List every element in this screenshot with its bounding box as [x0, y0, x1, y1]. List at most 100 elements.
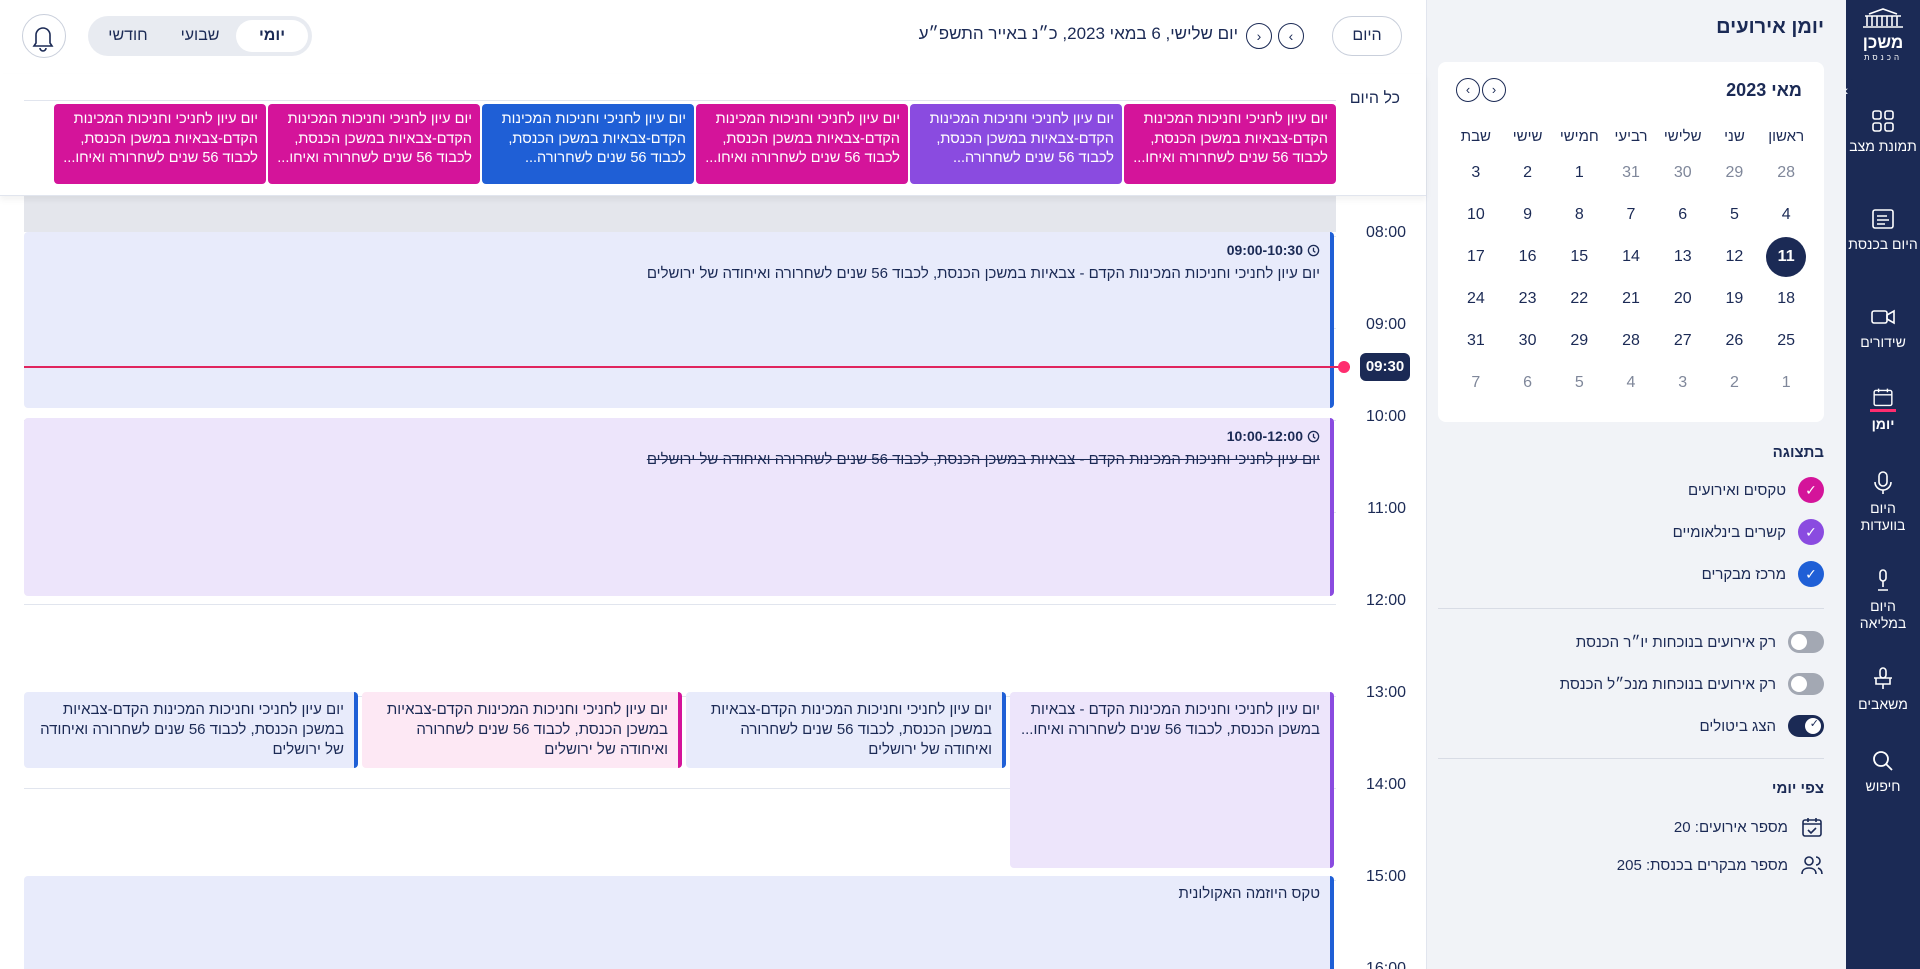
calendar-day[interactable]: 20 — [1657, 278, 1709, 320]
toggle-director-only[interactable]: רק אירועים בנוכחות מנכ״ל הכנסת — [1438, 671, 1824, 697]
rail-item-committees[interactable]: היום בוועדות — [1846, 470, 1920, 534]
toggle-switch[interactable] — [1788, 631, 1824, 653]
calendar-day[interactable]: 29 — [1553, 320, 1605, 362]
next-month-button[interactable]: › — [1456, 78, 1480, 102]
calendar-day[interactable]: 30 — [1657, 152, 1709, 194]
view-daily-button[interactable]: יומי — [236, 20, 308, 52]
calendar-day[interactable]: 7 — [1605, 194, 1657, 236]
calendar-day[interactable]: 8 — [1553, 194, 1605, 236]
main-calendar: היום › ‹ יום שלישי, 6 במאי 2023, כ״נ באי… — [0, 0, 1426, 969]
calendar-day[interactable]: 4 — [1605, 362, 1657, 404]
rail-item-resources[interactable]: משאבים — [1846, 666, 1920, 713]
check-icon: ✓ — [1809, 718, 1819, 730]
all-day-event-chip[interactable]: יום עיון לחניכי וחניכות המכינות הקדם-צבא… — [482, 104, 694, 184]
hour-label: 08:00 — [1365, 224, 1406, 241]
clock-icon — [1307, 244, 1320, 257]
today-button[interactable]: היום — [1332, 16, 1402, 56]
all-day-event-chip[interactable]: יום עיון לחניכי וחניכות המכינות הקדם-צבא… — [268, 104, 480, 184]
toggle-show-cancellations[interactable]: ✓ הצג ביטולים — [1438, 713, 1824, 739]
calendar-day[interactable]: 12 — [1709, 236, 1761, 278]
rail-item-calendar[interactable]: יומן — [1846, 386, 1920, 433]
rail-item-search[interactable]: חיפוש — [1846, 748, 1920, 795]
calendar-day[interactable]: 28 — [1760, 152, 1812, 194]
calendar-day[interactable]: 22 — [1553, 278, 1605, 320]
knesset-logo[interactable]: משכן הכנסת — [1852, 8, 1914, 68]
notifications-button[interactable] — [22, 14, 66, 58]
calendar-day[interactable]: 1 — [1553, 152, 1605, 194]
check-icon[interactable]: ✓ — [1798, 519, 1824, 545]
mini-calendar-month: מאי 2023 — [1726, 80, 1802, 100]
calendar-day[interactable]: 28 — [1605, 320, 1657, 362]
calendar-event[interactable]: יום עיון לחניכי וחניכות המכינות הקדם-צבא… — [24, 692, 358, 768]
rail-item-dashboard[interactable]: תמונת מצב — [1846, 108, 1920, 155]
calendar-day[interactable]: 6 — [1502, 362, 1554, 404]
check-icon[interactable]: ✓ — [1798, 561, 1824, 587]
calendar-day[interactable]: 16 — [1502, 236, 1554, 278]
calendar-day[interactable]: 31 — [1450, 320, 1502, 362]
chevron-left-icon[interactable]: ‹ — [1246, 23, 1272, 49]
display-heading: בתצוגה — [1772, 444, 1824, 461]
calendar-day[interactable]: 30 — [1502, 320, 1554, 362]
selected-day[interactable]: 11 — [1766, 237, 1807, 277]
all-day-event-chip[interactable]: יום עיון לחניכי וחניכות המכינות הקדם-צבא… — [696, 104, 908, 184]
hour-label: 11:00 — [1367, 500, 1406, 517]
hour-label: 10:00 — [1365, 408, 1406, 425]
calendar-day[interactable]: 18 — [1760, 278, 1812, 320]
calendar-day[interactable]: 15 — [1553, 236, 1605, 278]
calendar-day[interactable]: 23 — [1502, 278, 1554, 320]
calendar-day[interactable]: 6 — [1657, 194, 1709, 236]
calendar-day[interactable]: 13 — [1657, 236, 1709, 278]
calendar-day[interactable]: 9 — [1502, 194, 1554, 236]
all-day-event-chip[interactable]: יום עיון לחניכי וחניכות המכינות הקדם-צבא… — [54, 104, 266, 184]
calendar-event[interactable]: יום עיון לחניכי וחניכות המכינות הקדם - צ… — [1010, 692, 1334, 868]
calendar-day[interactable]: 29 — [1709, 152, 1761, 194]
all-day-event-chip[interactable]: יום עיון לחניכי וחניכות המכינות הקדם-צבא… — [910, 104, 1122, 184]
calendar-check-icon — [1802, 818, 1822, 837]
toggle-speaker-only[interactable]: רק אירועים בנוכחות יו״ר הכנסת — [1438, 629, 1824, 655]
check-icon[interactable]: ✓ — [1798, 477, 1824, 503]
clock-icon — [1307, 430, 1320, 443]
calendar-day[interactable]: 17 — [1450, 236, 1502, 278]
calendar-day[interactable]: 24 — [1450, 278, 1502, 320]
calendar-day[interactable]: 5 — [1553, 362, 1605, 404]
filter-international[interactable]: ✓ קשרים בינלאומיים — [1438, 519, 1824, 545]
calendar-day[interactable]: 31 — [1605, 152, 1657, 194]
calendar-day[interactable]: 3 — [1657, 362, 1709, 404]
calendar-event[interactable]: 09:00-10:30 יום עיון לחניכי וחניכות המכינ… — [24, 232, 1334, 408]
filter-ceremonies[interactable]: ✓ טקסים ואירועים — [1438, 477, 1824, 503]
resources-icon — [1874, 667, 1892, 689]
toggle-switch[interactable] — [1788, 673, 1824, 695]
hour-label: 13:00 — [1365, 684, 1406, 701]
calendar-day[interactable]: 10 — [1450, 194, 1502, 236]
weekday-header: חמישי — [1559, 128, 1599, 145]
calendar-event[interactable]: יום עיון לחניכי וחניכות המכינות הקדם-צבא… — [362, 692, 682, 768]
calendar-day[interactable]: 21 — [1605, 278, 1657, 320]
calendar-day[interactable]: 7 — [1450, 362, 1502, 404]
view-weekly-button[interactable]: שבועי — [164, 20, 236, 52]
calendar-day[interactable]: 2 — [1709, 362, 1761, 404]
calendar-day[interactable]: 19 — [1709, 278, 1761, 320]
calendar-day[interactable]: 4 — [1760, 194, 1812, 236]
calendar-day[interactable]: 1 — [1760, 362, 1812, 404]
toggle-switch[interactable]: ✓ — [1788, 715, 1824, 737]
rail-item-today-knesset[interactable]: היום בכנסת — [1846, 206, 1920, 253]
calendar-day[interactable]: 14 — [1605, 236, 1657, 278]
rail-item-broadcasts[interactable]: שידורים — [1846, 304, 1920, 351]
calendar-day[interactable]: 2 — [1502, 152, 1554, 194]
calendar-event[interactable]: יום עיון לחניכי וחניכות המכינות הקדם-צבא… — [686, 692, 1006, 768]
calendar-day[interactable]: 25 — [1760, 320, 1812, 362]
all-day-event-chip[interactable]: יום עיון לחניכי וחניכות המכינות הקדם-צבא… — [1124, 104, 1336, 184]
calendar-day[interactable]: 11 — [1760, 236, 1812, 278]
view-monthly-button[interactable]: חודשי — [92, 20, 164, 52]
calendar-day[interactable]: 27 — [1657, 320, 1709, 362]
microphone-icon — [1874, 471, 1892, 494]
calendar-event[interactable]: טקס היוזמה האקולונית — [24, 876, 1334, 969]
rail-item-plenum[interactable]: היום במליאה — [1846, 568, 1920, 632]
calendar-day[interactable]: 5 — [1709, 194, 1761, 236]
chevron-right-icon[interactable]: › — [1278, 23, 1304, 49]
calendar-event[interactable]: 10:00-12:00 יום עיון לחניכי וחניכות המכינ… — [24, 418, 1334, 596]
calendar-day[interactable]: 26 — [1709, 320, 1761, 362]
prev-month-button[interactable]: ‹ — [1482, 78, 1506, 102]
filter-visitor-center[interactable]: ✓ מרכז מבקרים — [1438, 561, 1824, 587]
calendar-day[interactable]: 3 — [1450, 152, 1502, 194]
